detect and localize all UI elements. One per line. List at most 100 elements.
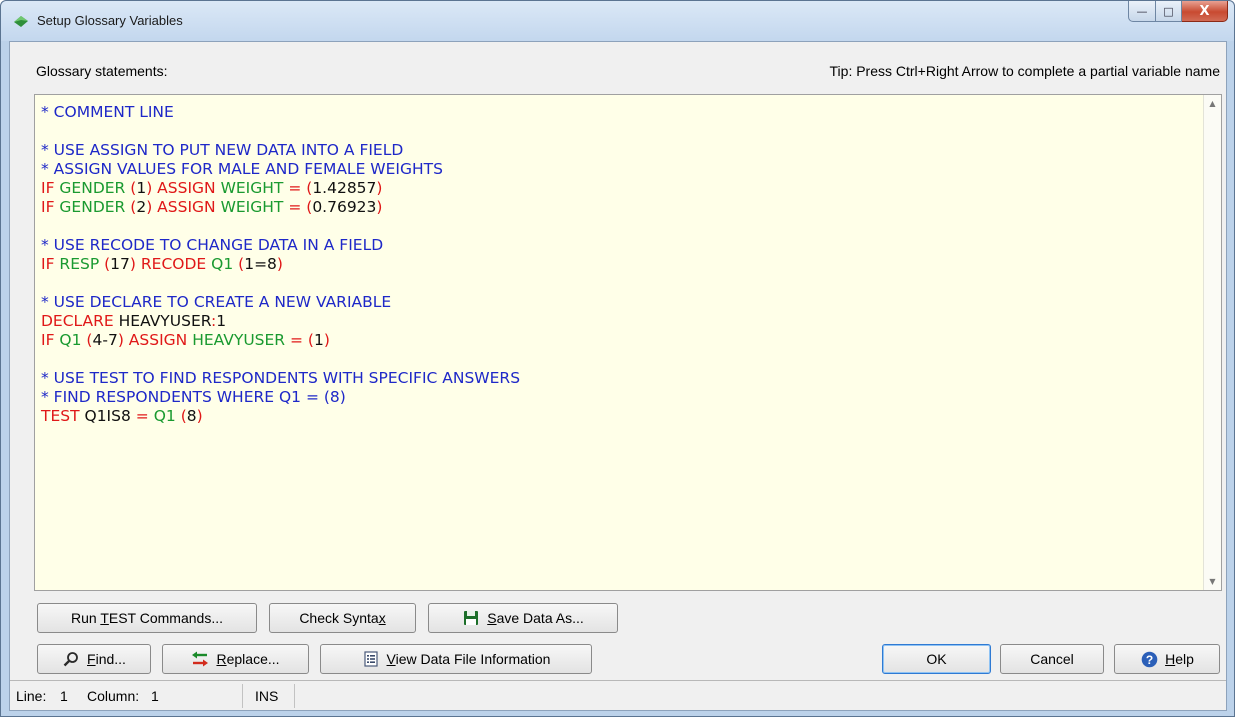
tip-text: Tip: Press Ctrl+Right Arrow to complete …	[829, 63, 1220, 79]
window-title: Setup Glossary Variables	[37, 13, 183, 28]
title-bar[interactable]: Setup Glossary Variables — □ X	[1, 1, 1234, 41]
find-button[interactable]: Find...	[37, 644, 151, 674]
status-separator	[294, 684, 295, 708]
replace-button[interactable]: Replace...	[162, 644, 309, 674]
dialog-window: Setup Glossary Variables — □ X Glossary …	[0, 0, 1235, 717]
code-token: Q1IS8	[84, 407, 136, 425]
code-token: )	[146, 179, 158, 197]
code-token: Q1	[153, 407, 181, 425]
cancel-label: Cancel	[1030, 651, 1074, 667]
code-area[interactable]: * COMMENT LINE * USE ASSIGN TO PUT NEW DA…	[41, 103, 1201, 426]
vertical-scrollbar[interactable]: ▲ ▼	[1203, 95, 1221, 590]
status-bar: Line: 1 Column: 1 INS	[10, 680, 1226, 710]
glossary-editor[interactable]: * COMMENT LINE * USE ASSIGN TO PUT NEW DA…	[34, 94, 1222, 591]
code-token: IF	[41, 198, 60, 216]
code-token: HEAVYUSER	[118, 312, 212, 330]
code-line[interactable]: * USE RECODE TO CHANGE DATA IN A FIELD	[41, 236, 1201, 255]
code-token: IF	[41, 179, 60, 197]
find-label: Find...	[87, 651, 126, 667]
code-token: ASSIGN	[157, 198, 221, 216]
code-token: 1	[313, 331, 324, 349]
code-token: )	[376, 198, 383, 216]
code-token: =	[135, 407, 154, 425]
code-token: 0.76923	[312, 198, 377, 216]
code-line[interactable]: * ASSIGN VALUES FOR MALE AND FEMALE WEIG…	[41, 160, 1201, 179]
code-line[interactable]	[41, 350, 1201, 369]
code-token: 4-7	[92, 331, 118, 349]
code-token: Q1	[59, 331, 87, 349]
minimize-button[interactable]: —	[1128, 1, 1156, 22]
code-line[interactable]	[41, 122, 1201, 141]
code-line[interactable]: DECLARE HEAVYUSER:1	[41, 312, 1201, 331]
code-token: RESP	[59, 255, 105, 273]
view-data-file-information-button[interactable]: View Data File Information	[320, 644, 592, 674]
code-line[interactable]: TEST Q1IS8 = Q1 (8)	[41, 407, 1201, 426]
code-token: )	[376, 179, 383, 197]
save-data-as-label: Save Data As...	[487, 610, 584, 626]
file-info-icon	[362, 650, 380, 668]
code-token: * ASSIGN VALUES FOR MALE AND FEMALE WEIG…	[41, 160, 443, 178]
code-token: RECODE	[140, 255, 212, 273]
code-token: IF	[41, 255, 60, 273]
code-token: 2	[136, 198, 147, 216]
run-test-commands-button[interactable]: Run TEST Commands...	[37, 603, 257, 633]
view-info-label: View Data File Information	[386, 651, 551, 667]
status-insert-mode: INS	[255, 687, 279, 704]
code-token: DECLARE	[41, 312, 119, 330]
ok-label: OK	[926, 651, 947, 667]
help-icon: ?	[1140, 650, 1158, 668]
code-token: HEAVYUSER	[192, 331, 290, 349]
status-separator	[242, 684, 243, 708]
code-token: =	[290, 331, 308, 349]
code-token: ASSIGN	[157, 179, 221, 197]
code-line[interactable]: IF RESP (17) RECODE Q1 (1=8)	[41, 255, 1201, 274]
replace-arrows-icon	[191, 650, 209, 668]
code-token: 17	[110, 255, 130, 273]
code-token: GENDER	[59, 179, 131, 197]
code-line[interactable]	[41, 217, 1201, 236]
code-token: * USE ASSIGN TO PUT NEW DATA INTO A FIEL…	[41, 141, 404, 159]
close-button[interactable]: X	[1182, 1, 1228, 22]
app-icon	[14, 16, 28, 27]
ok-button[interactable]: OK	[882, 644, 991, 674]
code-line[interactable]: IF GENDER (1) ASSIGN WEIGHT = (1.42857)	[41, 179, 1201, 198]
check-syntax-button[interactable]: Check Syntax	[269, 603, 416, 633]
code-token: WEIGHT	[220, 179, 289, 197]
code-token: GENDER	[59, 198, 131, 216]
code-token: )	[117, 331, 129, 349]
code-line[interactable]: * COMMENT LINE	[41, 103, 1201, 122]
code-line[interactable]: * USE TEST TO FIND RESPONDENTS WITH SPEC…	[41, 369, 1201, 388]
code-token: 8	[186, 407, 197, 425]
code-token: * FIND RESPONDENTS WHERE Q1 = (8)	[41, 388, 346, 406]
code-line[interactable]: * USE ASSIGN TO PUT NEW DATA INTO A FIEL…	[41, 141, 1201, 160]
check-syntax-label: Check Syntax	[299, 610, 386, 626]
code-token: 1	[136, 179, 147, 197]
floppy-disk-icon	[462, 609, 480, 627]
status-line-label: Line:	[16, 687, 47, 704]
save-data-as-button[interactable]: Save Data As...	[428, 603, 618, 633]
help-label: Help	[1165, 651, 1194, 667]
code-line[interactable]	[41, 274, 1201, 293]
code-token: )	[146, 198, 158, 216]
scroll-down-icon[interactable]: ▼	[1204, 573, 1221, 590]
status-line-value: 1	[60, 687, 68, 704]
code-token: * USE RECODE TO CHANGE DATA IN A FIELD	[41, 236, 384, 254]
code-token: IF	[41, 331, 60, 349]
code-line[interactable]: * USE DECLARE TO CREATE A NEW VARIABLE	[41, 293, 1201, 312]
dialog-client-area: Glossary statements: Tip: Press Ctrl+Rig…	[9, 41, 1227, 711]
magnifier-icon	[62, 650, 80, 668]
code-line[interactable]: IF GENDER (2) ASSIGN WEIGHT = (0.76923)	[41, 198, 1201, 217]
code-line[interactable]: IF Q1 (4-7) ASSIGN HEAVYUSER = (1)	[41, 331, 1201, 350]
code-line[interactable]: * FIND RESPONDENTS WHERE Q1 = (8)	[41, 388, 1201, 407]
code-token: )	[276, 255, 283, 273]
help-button[interactable]: ? Help	[1114, 644, 1220, 674]
cancel-button[interactable]: Cancel	[1000, 644, 1104, 674]
scroll-up-icon[interactable]: ▲	[1204, 95, 1221, 112]
code-token: * USE DECLARE TO CREATE A NEW VARIABLE	[41, 293, 392, 311]
code-token: =	[288, 198, 307, 216]
maximize-button[interactable]: □	[1156, 1, 1182, 22]
code-token: * USE TEST TO FIND RESPONDENTS WITH SPEC…	[41, 369, 521, 387]
status-column-label: Column:	[87, 687, 140, 704]
close-icon: X	[1199, 3, 1210, 19]
code-token: ASSIGN	[128, 331, 193, 349]
